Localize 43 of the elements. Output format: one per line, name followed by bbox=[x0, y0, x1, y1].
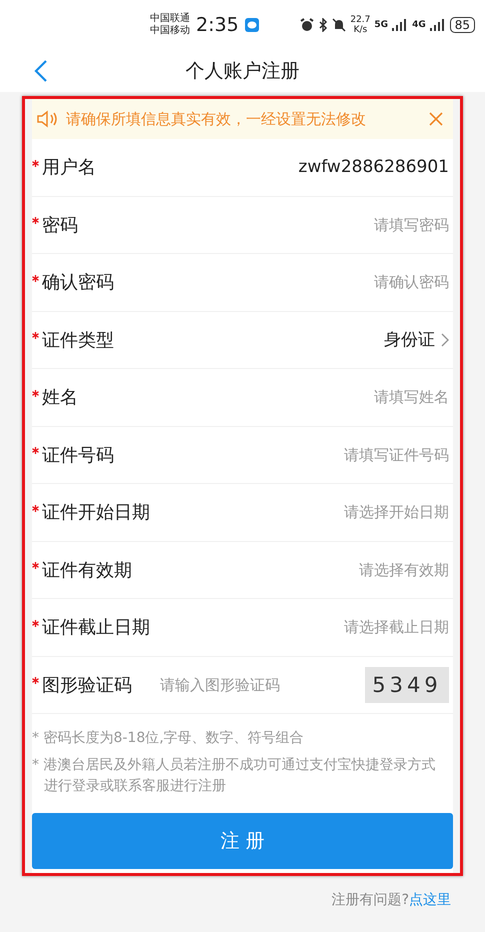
field-label: 图形验证码 bbox=[42, 674, 132, 697]
field-label: 证件开始日期 bbox=[42, 501, 150, 524]
input-field[interactable]: 请填写密码 bbox=[249, 216, 449, 234]
alarm-icon bbox=[300, 18, 314, 32]
signal-icon bbox=[392, 19, 408, 31]
chevron-icon bbox=[441, 332, 449, 347]
notice-text: 请确保所填信息真实有效，一经设置无法修改 bbox=[66, 110, 367, 128]
field-label: 密码 bbox=[42, 214, 78, 237]
help-text: 注册有问题? bbox=[332, 891, 409, 909]
field-label: 证件类型 bbox=[42, 328, 114, 352]
message-icon bbox=[244, 18, 259, 32]
input-field[interactable]: 请填写姓名 bbox=[249, 388, 449, 406]
network-type: 4G bbox=[412, 20, 426, 30]
carrier-name: 中国移动 bbox=[150, 25, 190, 37]
field-value: zwfw2886286901 bbox=[298, 157, 449, 178]
field-label: 姓名 bbox=[42, 386, 78, 410]
field-label: 证件有效期 bbox=[42, 558, 132, 582]
input-field[interactable]: 请选择截止日期 bbox=[249, 618, 449, 636]
bluetooth-icon bbox=[318, 18, 328, 32]
network-type: 5G bbox=[374, 20, 388, 30]
battery-level: 85 bbox=[450, 17, 475, 33]
dropdown[interactable]: 身份证 bbox=[384, 328, 449, 352]
field-label: 确认密码 bbox=[42, 271, 114, 294]
hint-text: * 港澳台居民及外籍人员若注册不成功可通过支付宝快捷登录方式进行登录或联系客服进行注册 bbox=[32, 756, 436, 796]
hint-text: * 密码长度为8-18位,字母、数字、符号组合 bbox=[32, 729, 305, 748]
input-field[interactable]: 请选择开始日期 bbox=[249, 503, 449, 522]
signal-icon bbox=[430, 19, 446, 31]
field-label: 用户名 bbox=[42, 156, 96, 180]
speed-value: 22.7 bbox=[350, 15, 370, 25]
clock-time: 2:35 bbox=[196, 14, 239, 36]
input-field[interactable]: 请选择有效期 bbox=[249, 560, 449, 579]
input-field[interactable]: 请确认密码 bbox=[249, 273, 449, 292]
speed-unit: K/s bbox=[354, 25, 368, 35]
input-field[interactable]: 请填写证件号码 bbox=[249, 446, 449, 464]
carrier-name: 中国联通 bbox=[150, 13, 190, 24]
input-field[interactable]: 请输入图形验证码 bbox=[160, 676, 330, 694]
close-icon bbox=[429, 112, 443, 126]
muted-bell-icon bbox=[332, 18, 346, 32]
field-label: 证件截止日期 bbox=[42, 616, 150, 640]
field-label: 证件号码 bbox=[42, 444, 114, 467]
captcha-image[interactable]: 5349 bbox=[365, 666, 449, 703]
back-icon bbox=[34, 59, 48, 83]
page-title: 个人账户注册 bbox=[186, 59, 300, 84]
